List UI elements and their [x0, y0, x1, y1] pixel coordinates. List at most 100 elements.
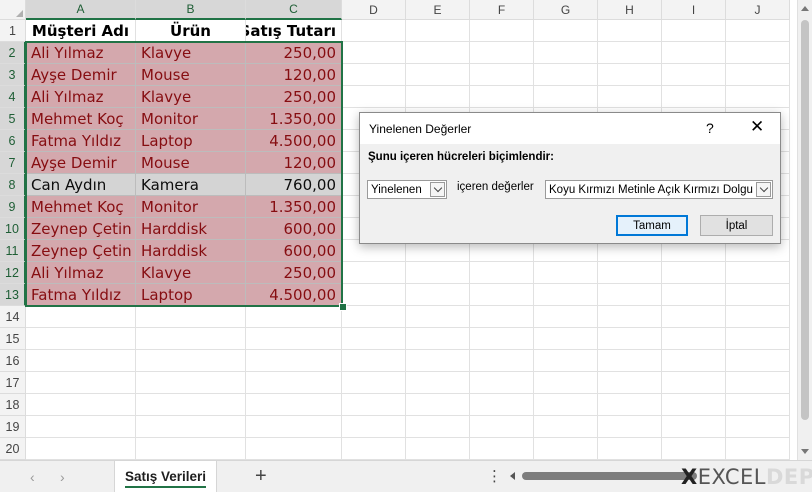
- grid-cell[interactable]: [534, 328, 598, 350]
- amount-cell[interactable]: 250,00: [246, 86, 342, 108]
- grid-cell[interactable]: [726, 394, 790, 416]
- grid-cell[interactable]: [534, 284, 598, 306]
- grid-cell[interactable]: [662, 262, 726, 284]
- row-header-7[interactable]: 7: [0, 152, 26, 174]
- grid-cell[interactable]: [470, 350, 534, 372]
- row-header-8[interactable]: 8: [0, 174, 26, 196]
- select-all-corner[interactable]: [0, 0, 26, 20]
- grid-cell[interactable]: [470, 306, 534, 328]
- grid-cell[interactable]: [406, 394, 470, 416]
- column-header-d[interactable]: D: [342, 0, 406, 20]
- vertical-scroll-thumb[interactable]: [801, 20, 809, 420]
- amount-cell[interactable]: 250,00: [246, 262, 342, 284]
- row-header-6[interactable]: 6: [0, 130, 26, 152]
- product-cell[interactable]: Harddisk: [136, 218, 246, 240]
- row-header-17[interactable]: 17: [0, 372, 26, 394]
- name-cell[interactable]: Can Aydın: [26, 174, 136, 196]
- name-cell[interactable]: Mehmet Koç: [26, 108, 136, 130]
- row-header-13[interactable]: 13: [0, 284, 26, 306]
- grid-cell[interactable]: [726, 262, 790, 284]
- ok-button[interactable]: Tamam: [616, 215, 688, 236]
- grid-cell[interactable]: [662, 438, 726, 460]
- grid-cell[interactable]: [470, 284, 534, 306]
- more-options-icon[interactable]: ⋮: [487, 467, 502, 485]
- grid-cell[interactable]: [246, 328, 342, 350]
- product-cell[interactable]: Klavye: [136, 86, 246, 108]
- row-header-5[interactable]: 5: [0, 108, 26, 130]
- chevron-down-icon[interactable]: [430, 182, 445, 197]
- grid-cell[interactable]: [342, 328, 406, 350]
- grid-cell[interactable]: [342, 86, 406, 108]
- grid-cell[interactable]: [598, 372, 662, 394]
- grid-cell[interactable]: [470, 64, 534, 86]
- grid-cell[interactable]: [26, 372, 136, 394]
- grid-cell[interactable]: [534, 20, 598, 42]
- scroll-down-icon[interactable]: [801, 449, 809, 454]
- grid-cell[interactable]: [534, 350, 598, 372]
- grid-cell[interactable]: [342, 438, 406, 460]
- amount-cell[interactable]: 120,00: [246, 64, 342, 86]
- grid-cell[interactable]: [406, 64, 470, 86]
- column-header-c[interactable]: C: [246, 0, 342, 20]
- grid-cell[interactable]: [726, 416, 790, 438]
- grid-cell[interactable]: [662, 20, 726, 42]
- grid-cell[interactable]: [598, 394, 662, 416]
- scroll-left-icon[interactable]: [510, 472, 515, 480]
- grid-cell[interactable]: [598, 262, 662, 284]
- grid-cell[interactable]: [662, 350, 726, 372]
- grid-cell[interactable]: [726, 372, 790, 394]
- grid-cell[interactable]: [406, 350, 470, 372]
- product-cell[interactable]: Mouse: [136, 64, 246, 86]
- grid-cell[interactable]: [342, 42, 406, 64]
- grid-cell[interactable]: [406, 20, 470, 42]
- name-cell[interactable]: Ali Yılmaz: [26, 262, 136, 284]
- format-select[interactable]: Koyu Kırmızı Metinle Açık Kırmızı Dolgu: [545, 180, 773, 199]
- product-cell[interactable]: Mouse: [136, 152, 246, 174]
- row-header-18[interactable]: 18: [0, 394, 26, 416]
- grid-cell[interactable]: [662, 64, 726, 86]
- help-icon[interactable]: ?: [706, 120, 714, 136]
- grid-cell[interactable]: [662, 42, 726, 64]
- grid-cell[interactable]: [246, 394, 342, 416]
- grid-cell[interactable]: [26, 438, 136, 460]
- grid-cell[interactable]: [342, 306, 406, 328]
- grid-cell[interactable]: [534, 306, 598, 328]
- product-cell[interactable]: Klavye: [136, 262, 246, 284]
- grid-cell[interactable]: [26, 328, 136, 350]
- grid-cell[interactable]: [342, 372, 406, 394]
- grid-cell[interactable]: [534, 86, 598, 108]
- name-cell[interactable]: Ayşe Demir: [26, 152, 136, 174]
- amount-cell[interactable]: 250,00: [246, 42, 342, 64]
- grid-cell[interactable]: [406, 86, 470, 108]
- grid-cell[interactable]: [246, 438, 342, 460]
- product-cell[interactable]: Monitor: [136, 108, 246, 130]
- grid-cell[interactable]: [534, 42, 598, 64]
- grid-cell[interactable]: [342, 262, 406, 284]
- grid-cell[interactable]: [246, 416, 342, 438]
- header-cell-name[interactable]: Müşteri Adı: [26, 20, 136, 42]
- grid-cell[interactable]: [726, 42, 790, 64]
- cancel-button[interactable]: İptal: [700, 215, 773, 236]
- name-cell[interactable]: Mehmet Koç: [26, 196, 136, 218]
- grid-cell[interactable]: [406, 306, 470, 328]
- value-type-select[interactable]: Yinelenen: [367, 180, 447, 199]
- grid-cell[interactable]: [662, 394, 726, 416]
- grid-cell[interactable]: [406, 42, 470, 64]
- add-sheet-icon[interactable]: +: [255, 465, 267, 488]
- product-cell[interactable]: Klavye: [136, 42, 246, 64]
- fill-handle[interactable]: [339, 303, 347, 311]
- amount-cell[interactable]: 600,00: [246, 240, 342, 262]
- grid-cell[interactable]: [470, 20, 534, 42]
- grid-cell[interactable]: [26, 306, 136, 328]
- grid-cell[interactable]: [342, 416, 406, 438]
- header-cell-product[interactable]: Ürün: [136, 20, 246, 42]
- name-cell[interactable]: Fatma Yıldız: [26, 284, 136, 306]
- amount-cell[interactable]: 120,00: [246, 152, 342, 174]
- grid-cell[interactable]: [726, 438, 790, 460]
- grid-cell[interactable]: [662, 416, 726, 438]
- chevron-down-icon[interactable]: [756, 182, 771, 197]
- grid-cell[interactable]: [342, 350, 406, 372]
- column-header-b[interactable]: B: [136, 0, 246, 20]
- grid-cell[interactable]: [598, 64, 662, 86]
- row-header-3[interactable]: 3: [0, 64, 26, 86]
